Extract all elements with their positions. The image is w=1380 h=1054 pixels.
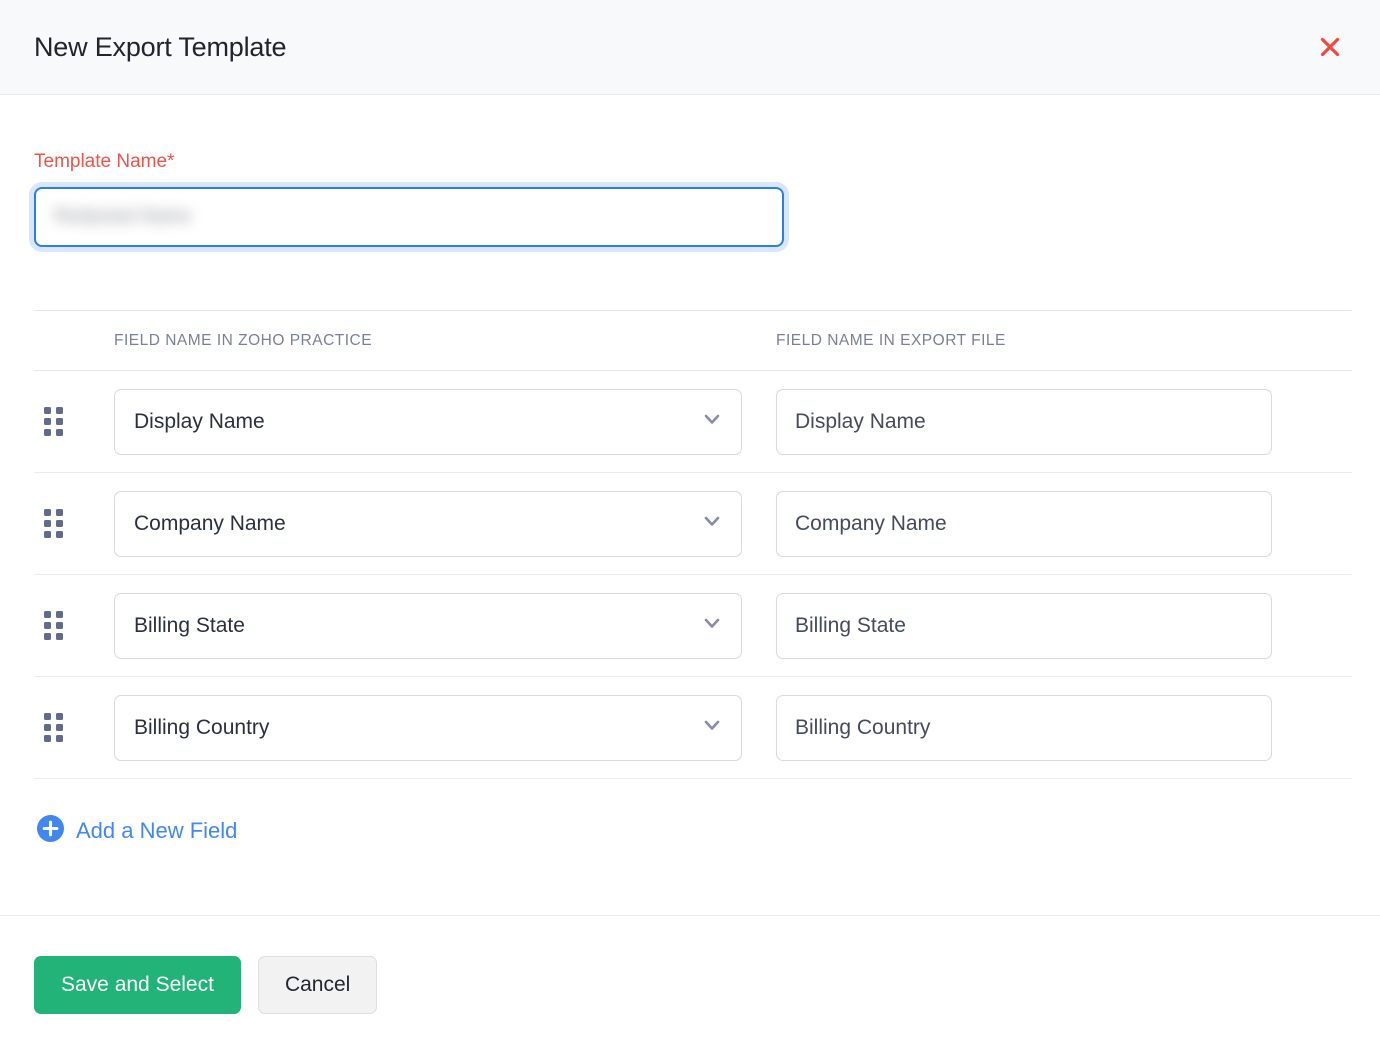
close-icon — [1317, 34, 1343, 60]
table-header-row: FIELD NAME IN ZOHO PRACTICE FIELD NAME I… — [34, 311, 1352, 371]
dialog-title: New Export Template — [34, 32, 286, 63]
source-field-cell: Company Name — [114, 491, 776, 557]
source-field-value: Billing Country — [134, 716, 269, 740]
source-field-cell: Billing Country — [114, 695, 776, 761]
template-name-field-wrapper[interactable] — [34, 187, 784, 247]
dialog-footer: Save and Select Cancel — [0, 915, 1380, 1054]
add-new-field-label: Add a New Field — [76, 818, 237, 844]
drag-handle-icon[interactable] — [34, 407, 114, 436]
export-field-cell — [776, 593, 1276, 659]
source-field-select[interactable]: Display Name — [114, 389, 742, 455]
table-row: Billing Country — [34, 677, 1352, 779]
chevron-down-icon — [701, 510, 723, 537]
chevron-down-icon — [701, 408, 723, 435]
export-field-input[interactable] — [776, 389, 1272, 455]
table-row: Company Name — [34, 473, 1352, 575]
export-field-input[interactable] — [776, 695, 1272, 761]
field-mapping-table: FIELD NAME IN ZOHO PRACTICE FIELD NAME I… — [34, 310, 1352, 779]
column-header-source-field: FIELD NAME IN ZOHO PRACTICE — [114, 332, 776, 350]
source-field-cell: Billing State — [114, 593, 776, 659]
drag-handle-icon[interactable] — [34, 713, 114, 742]
chevron-down-icon — [701, 612, 723, 639]
template-name-label: Template Name* — [34, 95, 1352, 187]
table-row: Display Name — [34, 371, 1352, 473]
source-field-select[interactable]: Company Name — [114, 491, 742, 557]
export-field-cell — [776, 695, 1276, 761]
dialog-header: New Export Template — [0, 0, 1380, 95]
add-new-field-button[interactable]: Add a New Field — [34, 779, 237, 847]
export-field-cell — [776, 389, 1276, 455]
chevron-down-icon — [701, 714, 723, 741]
source-field-value: Billing State — [134, 614, 245, 638]
source-field-select[interactable]: Billing State — [114, 593, 742, 659]
export-field-input[interactable] — [776, 491, 1272, 557]
new-export-template-dialog: New Export Template Template Name* FIELD… — [0, 0, 1380, 1054]
table-row: Billing State — [34, 575, 1352, 677]
source-field-cell: Display Name — [114, 389, 776, 455]
source-field-select[interactable]: Billing Country — [114, 695, 742, 761]
save-and-select-button[interactable]: Save and Select — [34, 956, 241, 1014]
source-field-value: Company Name — [134, 512, 286, 536]
source-field-value: Display Name — [134, 410, 265, 434]
export-field-cell — [776, 491, 1276, 557]
template-name-input[interactable] — [52, 189, 766, 245]
plus-circle-icon — [37, 815, 64, 847]
close-button[interactable] — [1310, 27, 1350, 67]
cancel-button[interactable]: Cancel — [258, 956, 377, 1014]
drag-handle-icon[interactable] — [34, 509, 114, 538]
export-field-input[interactable] — [776, 593, 1272, 659]
drag-handle-icon[interactable] — [34, 611, 114, 640]
column-header-export-field: FIELD NAME IN EXPORT FILE — [776, 332, 1276, 350]
dialog-body: Template Name* FIELD NAME IN ZOHO PRACTI… — [0, 95, 1380, 915]
